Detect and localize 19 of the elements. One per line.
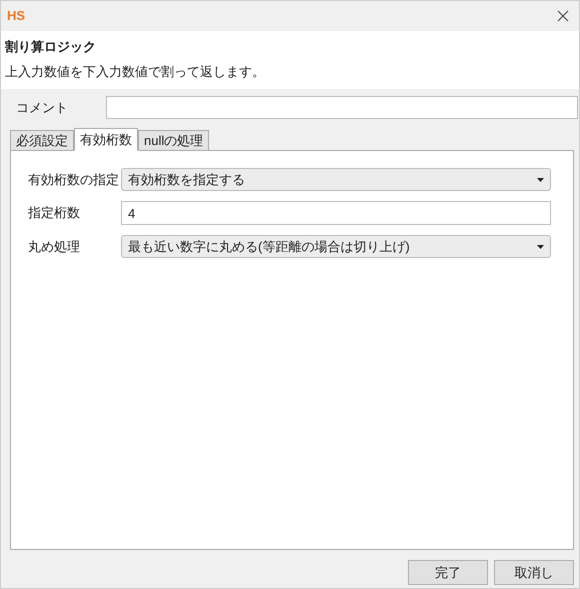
- dialog-description: 上入力数値を下入力数値で割って返します。: [5, 62, 266, 80]
- field-label: 指定桁数: [28, 204, 81, 222]
- dialog-title: 割り算ロジック: [5, 38, 97, 56]
- dialog-button[interactable]: 完了: [408, 560, 488, 585]
- input-field[interactable]: 4: [121, 201, 551, 225]
- dropdown-arrow-icon: [537, 244, 544, 248]
- tab[interactable]: nullの処理: [138, 130, 210, 150]
- dropdown[interactable]: 有効桁数を指定する: [121, 168, 551, 191]
- comment-label: コメント: [16, 98, 69, 117]
- tab[interactable]: 有効桁数: [74, 128, 138, 151]
- field-label: 有効桁数の指定: [28, 170, 120, 189]
- close-icon[interactable]: [557, 10, 569, 22]
- comment-field[interactable]: [106, 96, 578, 119]
- dropdown[interactable]: 最も近い数字に丸める(等距離の場合は切り上げ): [121, 235, 551, 258]
- app-logo: HS: [7, 7, 26, 26]
- tab[interactable]: 必須設定: [10, 130, 74, 150]
- field-label: 丸め処理: [28, 238, 81, 256]
- dropdown-arrow-icon: [537, 178, 544, 182]
- dialog-button[interactable]: 取消し: [494, 560, 574, 585]
